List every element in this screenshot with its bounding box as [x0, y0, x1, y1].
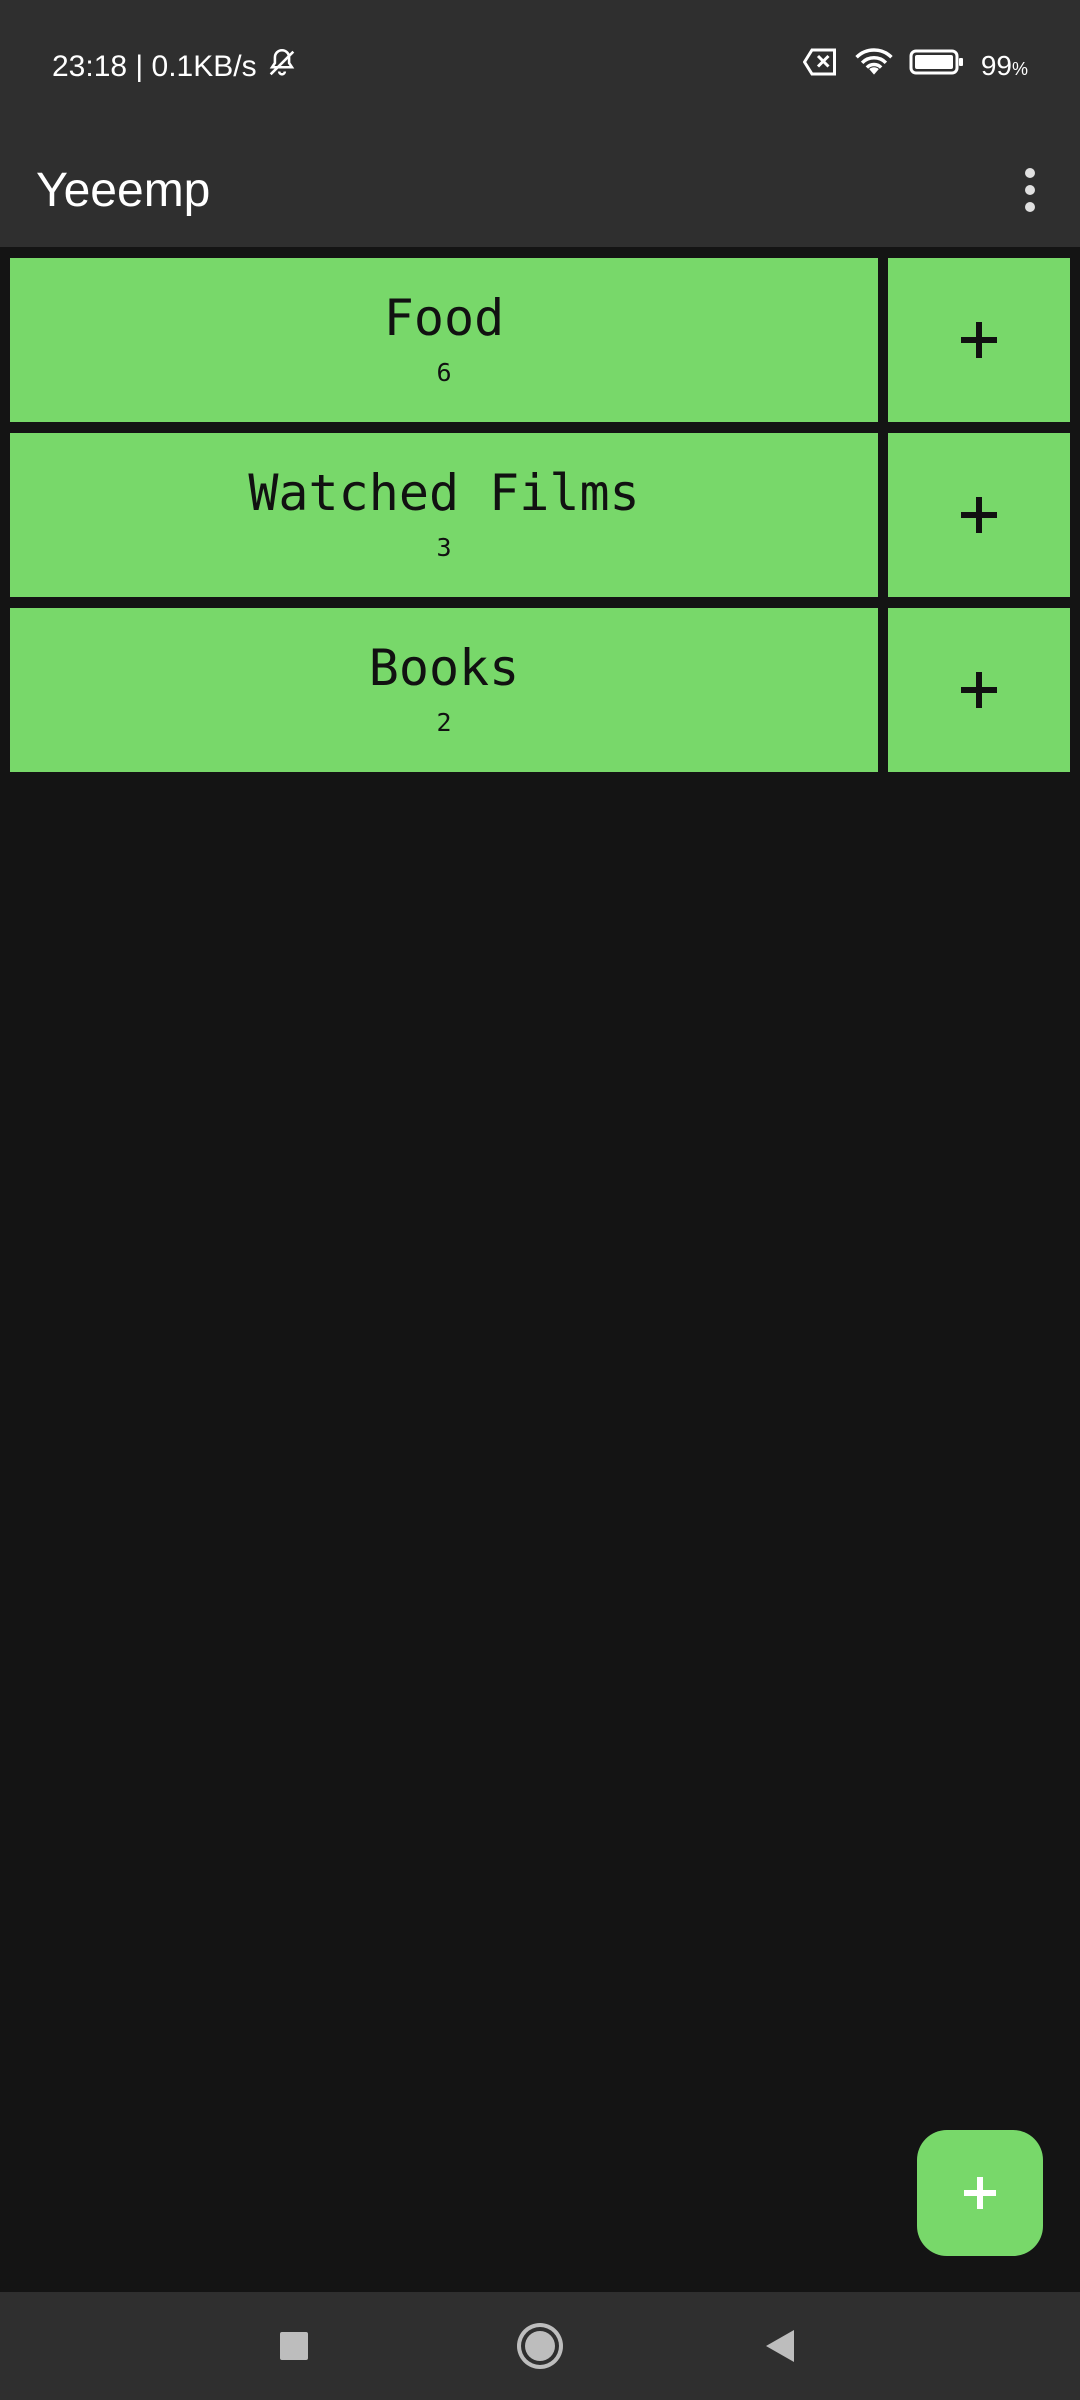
menu-dot — [1025, 202, 1035, 212]
list-count: 6 — [436, 357, 452, 387]
circle-icon — [525, 2331, 555, 2361]
square-icon — [280, 2332, 308, 2360]
list-item: Books 2 — [10, 608, 1070, 772]
list-title: Food — [383, 288, 505, 347]
list-card-food[interactable]: Food 6 — [10, 258, 878, 422]
status-right: 99% — [802, 46, 1028, 85]
plus-icon — [961, 497, 997, 533]
sim-x-icon — [802, 47, 839, 84]
menu-dot — [1025, 168, 1035, 178]
back-button[interactable] — [748, 2314, 812, 2378]
list-item: Watched Films 3 — [10, 433, 1070, 597]
app-bar: Yeeemp — [0, 135, 1080, 247]
plus-icon — [961, 322, 997, 358]
add-list-fab[interactable] — [917, 2130, 1043, 2256]
wifi-icon — [855, 46, 893, 85]
home-button[interactable] — [508, 2314, 572, 2378]
status-left: 23:18 | 0.1KB/s — [52, 46, 299, 88]
app-title: Yeeemp — [36, 164, 211, 217]
bell-muted-icon — [265, 46, 299, 88]
more-vertical-icon[interactable] — [1010, 155, 1050, 225]
battery-unit: % — [1011, 58, 1028, 79]
screen: 23:18 | 0.1KB/s 99% Yeeemp Food 6 Watche… — [0, 0, 1080, 2400]
menu-dot — [1025, 185, 1035, 195]
battery-icon — [909, 48, 965, 83]
navigation-bar — [0, 2292, 1080, 2400]
add-entry-button[interactable] — [888, 608, 1070, 772]
status-time-speed: 23:18 | 0.1KB/s — [52, 50, 257, 83]
list-container: Food 6 Watched Films 3 Books 2 — [10, 258, 1070, 783]
list-title: Books — [368, 638, 520, 697]
triangle-back-icon — [766, 2330, 794, 2362]
battery-value: 99 — [980, 49, 1012, 81]
list-title: Watched Films — [248, 463, 640, 522]
list-count: 2 — [436, 707, 452, 737]
add-entry-button[interactable] — [888, 258, 1070, 422]
status-bar: 23:18 | 0.1KB/s 99% — [0, 0, 1080, 135]
plus-icon — [964, 2177, 996, 2209]
battery-percent: 99% — [981, 50, 1028, 82]
list-card-watched-films[interactable]: Watched Films 3 — [10, 433, 878, 597]
add-entry-button[interactable] — [888, 433, 1070, 597]
plus-icon — [961, 672, 997, 708]
list-card-books[interactable]: Books 2 — [10, 608, 878, 772]
list-item: Food 6 — [10, 258, 1070, 422]
recents-button[interactable] — [262, 2314, 326, 2378]
list-count: 3 — [436, 532, 452, 562]
